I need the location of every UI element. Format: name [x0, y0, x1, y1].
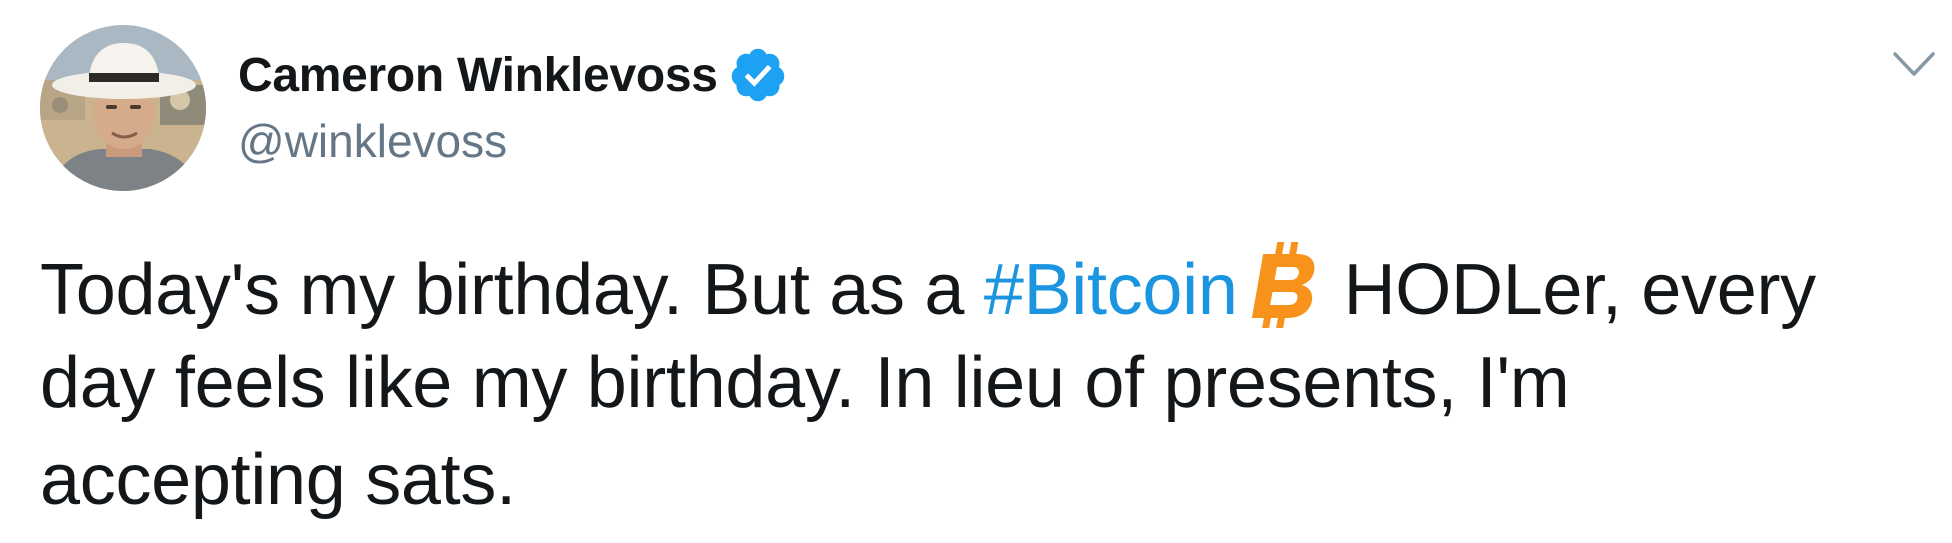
avatar[interactable] — [40, 25, 206, 191]
verified-badge-icon — [728, 45, 788, 105]
chevron-down-icon[interactable] — [1892, 50, 1936, 80]
tweet-text: Today's my birthday. But as a #Bitcoin H… — [40, 238, 1920, 529]
avatar-image — [40, 25, 206, 191]
tweet-line-3: accepting sats. — [40, 440, 516, 520]
tweet-line-2: day feels like my birthday. In lieu of p… — [40, 343, 1570, 423]
tweet-text-segment: HODLer, every — [1343, 250, 1817, 330]
tweet-text-segment: Today's my birthday. But as a — [40, 250, 984, 330]
display-name[interactable]: Cameron Winklevoss — [238, 48, 718, 103]
bitcoin-icon — [1242, 238, 1316, 332]
hashtag-link[interactable]: #Bitcoin — [984, 250, 1238, 330]
author-block[interactable]: Cameron Winklevoss @winklevoss — [238, 42, 788, 168]
tweet-card: Cameron Winklevoss @winklevoss Today's m… — [0, 0, 1952, 543]
name-row: Cameron Winklevoss — [238, 42, 788, 108]
handle[interactable]: @winklevoss — [238, 114, 788, 168]
tweet-line-1: Today's my birthday. But as a #Bitcoin H… — [40, 238, 1920, 335]
